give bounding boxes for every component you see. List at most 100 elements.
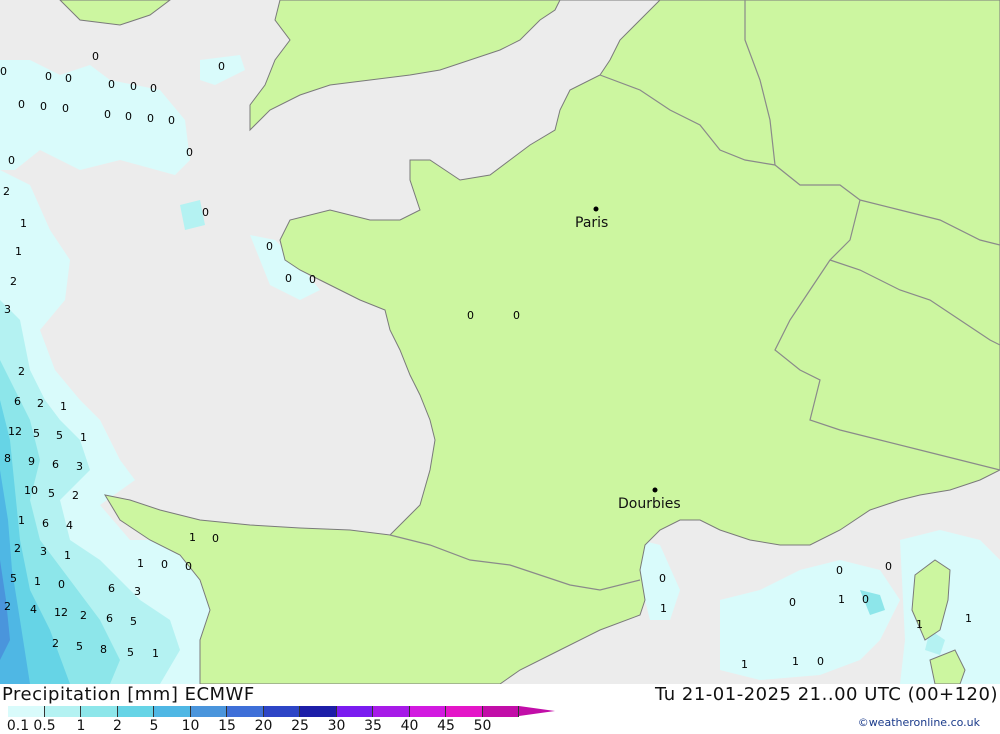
- precip-value-label: 0: [92, 50, 99, 63]
- precip-value-label: 5: [130, 615, 137, 628]
- precip-value-label: 2: [72, 489, 79, 502]
- precip-value-label: 0: [862, 593, 869, 606]
- precip-value-label: 0: [817, 655, 824, 668]
- precip-value-label: 1: [741, 658, 748, 671]
- legend-label: 50: [473, 718, 492, 734]
- legend-swatch: [117, 706, 154, 717]
- precip-value-label: 5: [33, 427, 40, 440]
- city-label-paris: Paris: [575, 215, 608, 231]
- precip-value-label: 1: [64, 549, 71, 562]
- precip-value-label: 0: [467, 309, 474, 322]
- city-label-dourbies: Dourbies: [618, 496, 681, 512]
- legend-swatch: [482, 706, 519, 717]
- legend-swatch: [300, 706, 337, 717]
- precip-value-label: 0: [285, 272, 292, 285]
- legend-swatch: [190, 706, 227, 717]
- precip-value-label: 6: [106, 612, 113, 625]
- precip-value-label: 0: [130, 80, 137, 93]
- precip-value-label: 0: [218, 60, 225, 73]
- precip-value-label: 1: [18, 514, 25, 527]
- precip-value-label: 10: [24, 484, 38, 497]
- precip-value-label: 1: [20, 217, 27, 230]
- precip-value-label: 5: [10, 572, 17, 585]
- precip-value-label: 1: [34, 575, 41, 588]
- legend-label: 15: [218, 718, 236, 734]
- precip-value-label: 5: [56, 429, 63, 442]
- precip-value-label: 0: [789, 596, 796, 609]
- precip-value-label: 3: [134, 585, 141, 598]
- precip-value-label: 2: [4, 600, 11, 613]
- precip-value-label: 3: [4, 303, 11, 316]
- precip-value-label: 1: [189, 531, 196, 544]
- precip-value-label: 6: [14, 395, 21, 408]
- precip-value-label: 3: [40, 545, 47, 558]
- legend-label: 0.1: [6, 718, 30, 734]
- precip-value-label: 0: [125, 110, 132, 123]
- precip-value-label: 0: [150, 82, 157, 95]
- precip-value-label: 0: [147, 112, 154, 125]
- precip-value-label: 2: [37, 397, 44, 410]
- legend-swatch: [154, 706, 191, 717]
- precip-value-label: 0: [185, 560, 192, 573]
- precip-value-label: 0: [836, 564, 843, 577]
- precip-value-label: 0: [186, 146, 193, 159]
- precip-value-label: 1: [916, 618, 923, 631]
- legend-label: 10: [181, 718, 200, 734]
- precip-value-label: 2: [3, 185, 10, 198]
- legend-swatch: [409, 706, 446, 717]
- legend-label: 45: [437, 718, 455, 734]
- precip-value-label: 6: [42, 517, 49, 530]
- legend-label: 0.5: [33, 718, 56, 734]
- precip-value-label: 1: [792, 655, 799, 668]
- precip-value-label: 0: [202, 206, 209, 219]
- precip-value-label: 0: [58, 578, 65, 591]
- precip-value-label: 0: [266, 240, 273, 253]
- precip-value-label: 0: [45, 70, 52, 83]
- precip-value-label: 1: [152, 647, 159, 660]
- precip-value-label: 0: [104, 108, 111, 121]
- precip-value-label: 2: [18, 365, 25, 378]
- precip-value-label: 0: [65, 72, 72, 85]
- precip-value-label: 0: [108, 78, 115, 91]
- legend-swatch: [8, 706, 45, 717]
- precip-value-label: 1: [80, 431, 87, 444]
- precip-value-label: 3: [76, 460, 83, 473]
- precip-value-label: 0: [212, 532, 219, 545]
- paris-marker: [593, 206, 599, 212]
- precipitation-map: Paris Dourbies 00 0 0 0 0 000 0 0 0 0 0 000000 00 021…: [0, 0, 1000, 684]
- legend-label: 35: [364, 718, 382, 734]
- precip-value-label: 5: [127, 646, 134, 659]
- precip-value-label: 4: [30, 603, 37, 616]
- precip-value-label: 12: [54, 606, 68, 619]
- legend-label: 2: [113, 718, 122, 734]
- precip-value-label: 2: [52, 637, 59, 650]
- credit-link[interactable]: ©weatheronline.co.uk: [858, 716, 980, 729]
- legend-swatch: [263, 706, 300, 717]
- precip-value-label: 1: [965, 612, 972, 625]
- precip-value-label: 0: [168, 114, 175, 127]
- legend-swatch: [336, 706, 373, 717]
- precip-value-label: 4: [66, 519, 73, 532]
- precip-value-label: 0: [18, 98, 25, 111]
- precip-value-label: 2: [80, 609, 87, 622]
- precip-value-label: 0: [0, 65, 7, 78]
- legend-overflow-arrow: [519, 706, 555, 716]
- precip-value-label: 9: [28, 455, 35, 468]
- precip-value-label: 12: [8, 425, 22, 438]
- valid-time: Tu 21-01-2025 21..00 UTC (00+120): [655, 684, 998, 705]
- precip-value-label: 0: [8, 154, 15, 167]
- legend-label: 1: [76, 718, 86, 734]
- precip-value-label: 8: [4, 452, 11, 465]
- legend-swatch: [44, 706, 81, 717]
- precip-value-label: 5: [48, 487, 55, 500]
- precip-value-label: 0: [161, 558, 168, 571]
- precip-value-label: 0: [659, 572, 666, 585]
- legend-label: 40: [400, 718, 419, 734]
- precip-value-label: 0: [40, 100, 47, 113]
- dourbies-marker: [652, 487, 658, 493]
- precip-value-label: 5: [76, 640, 83, 653]
- precip-value-label: 0: [885, 560, 892, 573]
- precip-value-label: 0: [62, 102, 69, 115]
- legend-label: 30: [327, 718, 346, 734]
- legend-swatch: [373, 706, 410, 717]
